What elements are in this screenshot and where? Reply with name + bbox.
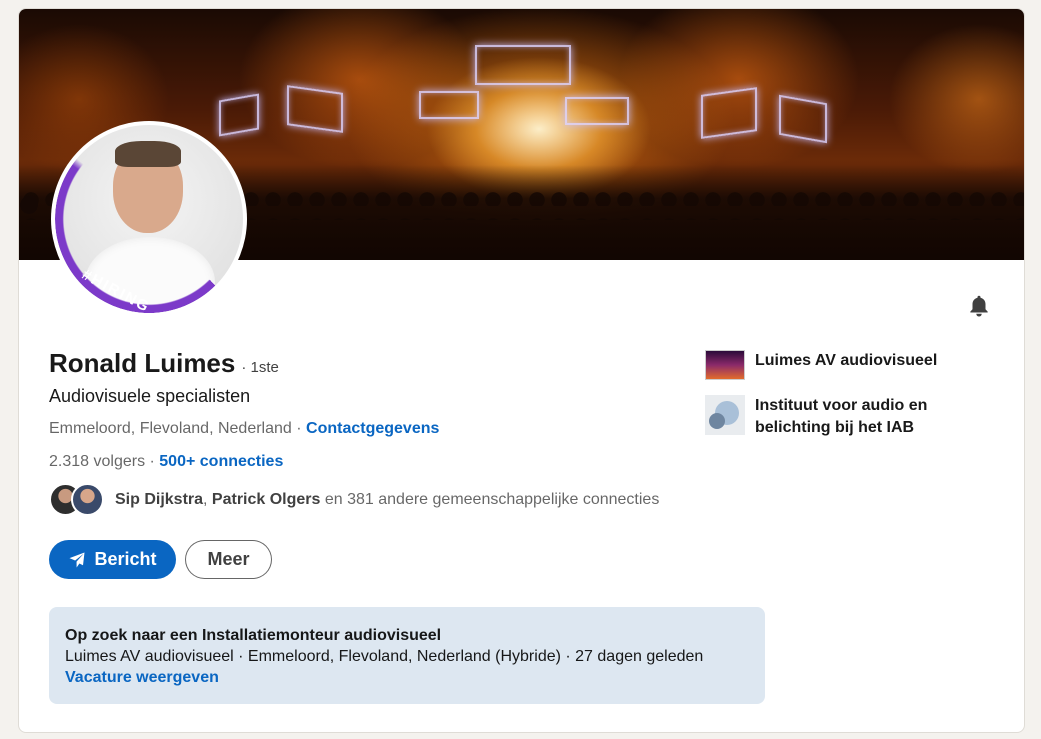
profile-photo[interactable]: #HIRING bbox=[51, 121, 247, 317]
followers-row: 2.318 volgers · 500+ connecties bbox=[49, 453, 283, 471]
connections-link[interactable]: 500+ connecties bbox=[159, 453, 283, 470]
school-logo-icon bbox=[705, 395, 745, 435]
light-rig bbox=[287, 85, 343, 133]
profile-name: Ronald Luimes bbox=[49, 348, 236, 378]
connection-degree: · 1ste bbox=[241, 359, 279, 376]
send-icon bbox=[69, 552, 85, 567]
mutual-name-1: Sip Dijkstra bbox=[115, 491, 204, 508]
profile-photo-image: #HIRING bbox=[55, 125, 243, 313]
current-company[interactable]: Luimes AV audiovisueel bbox=[705, 350, 937, 380]
message-button-label: Bericht bbox=[94, 549, 157, 569]
mutual-rest: en 381 andere gemeenschappelijke connect… bbox=[320, 491, 660, 508]
school-name: Instituut voor audio en belichting bij h… bbox=[755, 397, 928, 436]
mutual-connections[interactable]: Sip Dijkstra, Patrick Olgers en 381 ande… bbox=[49, 483, 659, 517]
location-row: Emmeloord, Flevoland, Nederland · Contac… bbox=[49, 420, 439, 438]
more-button[interactable]: Meer bbox=[185, 540, 272, 579]
more-button-label: Meer bbox=[207, 549, 250, 569]
light-rig bbox=[419, 91, 479, 119]
profile-card: #HIRING Ronald Luimes · 1ste Audiovisuel… bbox=[18, 8, 1025, 733]
education-school[interactable]: Instituut voor audio en belichting bij h… bbox=[705, 395, 955, 439]
view-job-link[interactable]: Vacature weergeven bbox=[65, 667, 219, 689]
company-logo-icon bbox=[705, 350, 745, 380]
light-rig bbox=[475, 45, 571, 85]
job-title: Op zoek naar een Installatiemonteur audi… bbox=[65, 627, 442, 644]
light-rig bbox=[565, 97, 629, 125]
light-rig bbox=[219, 93, 259, 137]
mutual-name-2: Patrick Olgers bbox=[211, 491, 321, 508]
message-button[interactable]: Bericht bbox=[49, 540, 176, 579]
avatar bbox=[71, 483, 104, 516]
hiring-job-card: Op zoek naar een Installatiemonteur audi… bbox=[49, 607, 765, 704]
mutual-avatars bbox=[49, 483, 107, 517]
company-name: Luimes AV audiovisueel bbox=[755, 352, 938, 369]
followers-count: 2.318 volgers bbox=[49, 453, 146, 470]
separator: , bbox=[203, 491, 212, 508]
profile-location: Emmeloord, Flevoland, Nederland bbox=[49, 420, 292, 437]
bell-icon[interactable] bbox=[964, 291, 994, 321]
separator: · bbox=[291, 420, 307, 437]
job-meta: Luimes AV audiovisueel · Emmeloord, Flev… bbox=[65, 648, 704, 665]
light-rig bbox=[779, 94, 827, 144]
separator: · bbox=[145, 453, 160, 470]
hiring-frame bbox=[55, 125, 243, 313]
contact-info-link[interactable]: Contactgegevens bbox=[306, 420, 439, 437]
light-rig bbox=[701, 87, 757, 139]
profile-headline: Audiovisuele specialisten bbox=[49, 386, 251, 406]
name-row: Ronald Luimes · 1ste bbox=[49, 348, 279, 379]
